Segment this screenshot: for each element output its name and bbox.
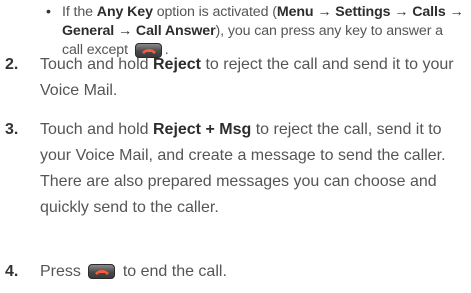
bullet-text: If the: [62, 4, 97, 20]
end-call-key-icon: [88, 264, 116, 280]
step-text: your Voice Mail, and create a message to…: [40, 147, 446, 164]
step-text: Touch and hold: [40, 121, 153, 138]
calls-term: Calls: [412, 4, 446, 20]
step-2: 2. Touch and hold Reject to reject the c…: [5, 52, 470, 104]
step-text: Voice Mail.: [40, 82, 118, 99]
menu-term: Menu: [276, 4, 314, 20]
step-text: to end the call.: [122, 263, 227, 280]
reject-msg-term: Reject + Msg: [152, 121, 252, 138]
arrow: →: [390, 4, 413, 20]
reject-term: Reject: [152, 56, 202, 73]
settings-term: Settings: [335, 4, 391, 20]
step-text: to reject the call and send it to your: [201, 56, 454, 73]
manual-page: • If the Any Key option is activated (Me…: [0, 0, 471, 293]
step-number: 2.: [5, 56, 19, 73]
arrow: →: [114, 23, 136, 39]
any-key-term: Any Key: [96, 4, 153, 20]
step-3: 3. Touch and hold Reject + Msg to reject…: [5, 117, 470, 221]
step-number: 4.: [5, 263, 19, 280]
arrow: →: [313, 4, 336, 20]
step-text: Press: [40, 263, 81, 280]
call-answer-term: Call Answer: [135, 23, 216, 39]
step-text: quickly send to the caller.: [40, 199, 219, 216]
arrow: →: [445, 4, 464, 20]
step-text: Touch and hold: [40, 56, 153, 73]
bullet-dot: •: [46, 4, 51, 20]
step-number: 3.: [5, 121, 19, 138]
step-text: to reject the call, send it to: [251, 121, 442, 138]
bullet-text: option is activated (: [152, 4, 277, 20]
general-term: General: [62, 23, 115, 39]
step-text: There are also prepared messages you can…: [40, 173, 437, 190]
step-4: 4. Press to end the call.: [5, 259, 470, 285]
